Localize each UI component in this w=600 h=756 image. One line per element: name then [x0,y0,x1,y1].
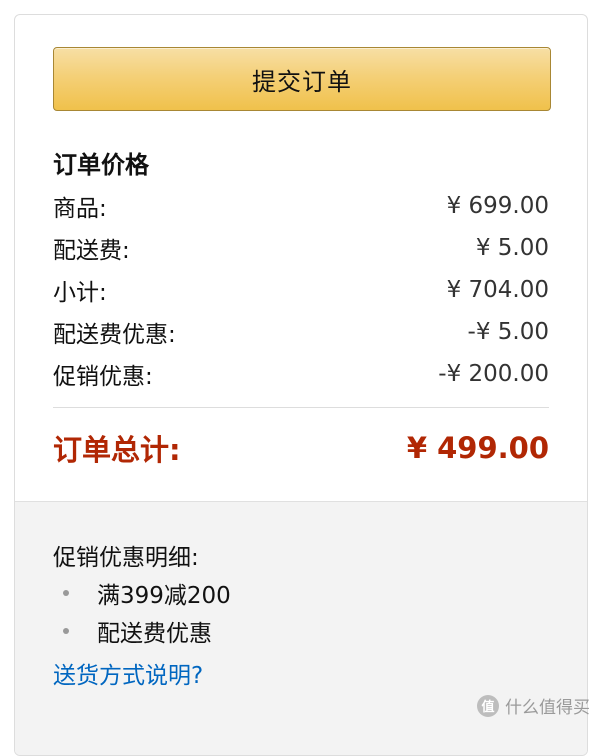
order-total-amount: ¥ 499.00 [407,431,549,465]
price-row-amount: ¥ 704.00 [447,277,549,303]
list-item: 配送费优惠 [63,612,231,650]
price-row-label: 促销优惠: [53,357,153,391]
price-row-amount: -¥ 5.00 [468,319,549,345]
price-row-label: 配送费: [53,231,130,265]
dot-icon [63,628,69,634]
price-row-amount: ¥ 699.00 [447,193,549,219]
order-total-label: 订单总计: [53,427,181,469]
price-row-subtotal: 小计: ¥ 704.00 [53,269,549,311]
watermark-text: 什么值得买 [505,693,590,718]
promo-item-label: 满399减200 [97,576,231,610]
promo-list: 满399减200 配送费优惠 [63,574,231,650]
list-item: 满399减200 [63,574,231,612]
price-row-label: 商品: [53,189,107,223]
price-row-label: 配送费优惠: [53,315,176,349]
promo-item-label: 配送费优惠 [97,614,212,648]
price-row-promo-discount: 促销优惠: -¥ 200.00 [53,353,549,395]
price-row-shipping: 配送费: ¥ 5.00 [53,227,549,269]
price-row-amount: -¥ 200.00 [438,361,549,387]
watermark: 值 什么值得买 [477,693,590,718]
order-price-title: 订单价格 [53,145,149,180]
price-row-label: 小计: [53,273,107,307]
order-summary-panel: 提交订单 订单价格 商品: ¥ 699.00 配送费: ¥ 5.00 小计: ¥… [14,14,588,756]
price-row-amount: ¥ 5.00 [476,235,549,261]
order-total-row: 订单总计: ¥ 499.00 [53,423,549,473]
submit-order-button[interactable]: 提交订单 [53,47,551,111]
shipping-info-link[interactable]: 送货方式说明? [53,656,203,690]
divider [53,407,549,408]
price-row-shipping-discount: 配送费优惠: -¥ 5.00 [53,311,549,353]
promo-details-title: 促销优惠明细: [53,538,199,572]
dot-icon [63,590,69,596]
price-breakdown: 商品: ¥ 699.00 配送费: ¥ 5.00 小计: ¥ 704.00 配送… [53,185,549,395]
price-row-items: 商品: ¥ 699.00 [53,185,549,227]
smzdm-logo-icon: 值 [477,695,499,717]
